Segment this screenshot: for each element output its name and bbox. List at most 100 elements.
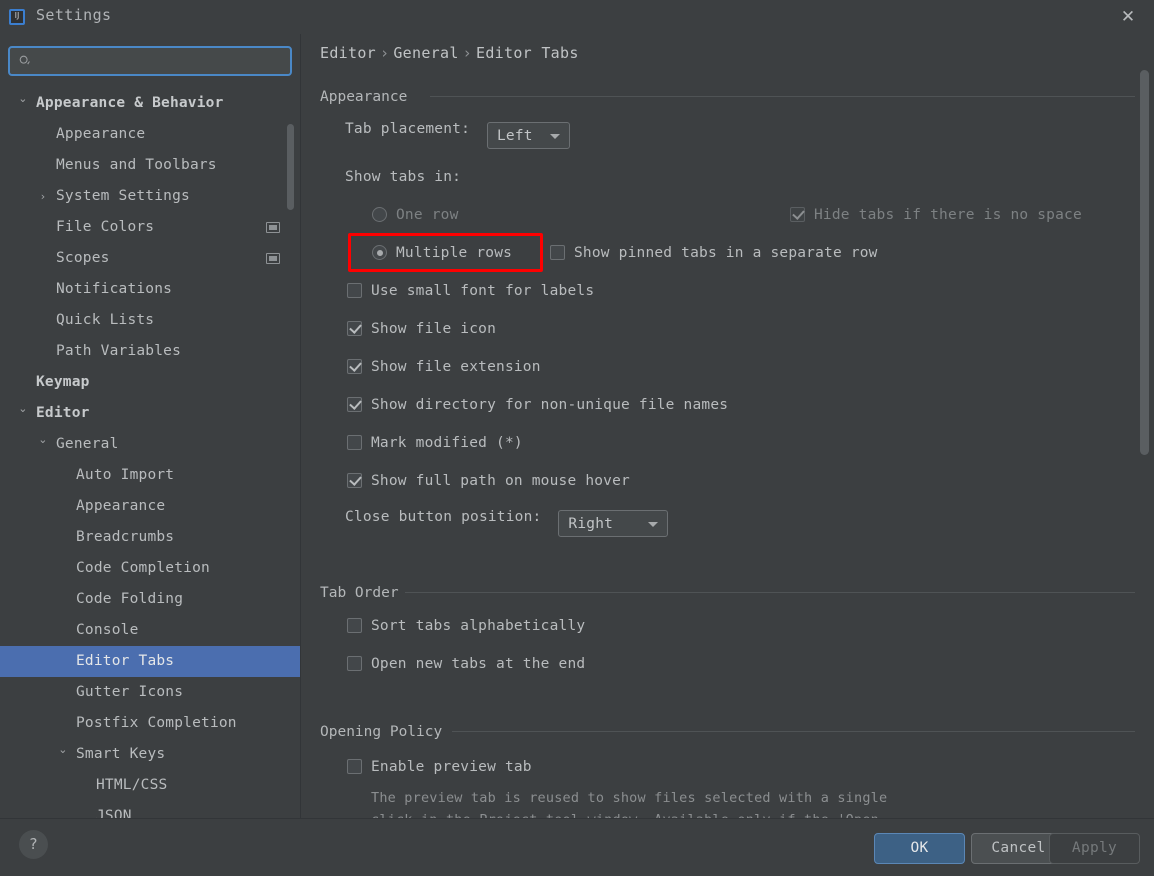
sidebar-item-label: Auto Import — [76, 460, 174, 491]
sidebar-item-breadcrumbs[interactable]: Breadcrumbs — [0, 522, 300, 553]
sidebar-item-code-completion[interactable]: Code Completion — [0, 553, 300, 584]
sidebar-item-label: Scopes — [56, 243, 110, 274]
sidebar-item-keymap[interactable]: Keymap — [0, 367, 300, 398]
sidebar-item-smart-keys[interactable]: ⌄Smart Keys — [0, 739, 300, 770]
sidebar-item-path-variables[interactable]: Path Variables — [0, 336, 300, 367]
preview-tab-option[interactable]: Enable preview tab — [347, 759, 532, 775]
sidebar-item-general[interactable]: ⌄General — [0, 429, 300, 460]
mark-modified-checkbox[interactable] — [347, 435, 362, 450]
sidebar-item-notifications[interactable]: Notifications — [0, 274, 300, 305]
sidebar-item-file-colors[interactable]: File Colors — [0, 212, 300, 243]
sidebar-item-json[interactable]: JSON — [0, 801, 300, 818]
sidebar-item-code-folding[interactable]: Code Folding — [0, 584, 300, 615]
one-row-option[interactable]: One row — [372, 207, 459, 223]
sidebar-item-label: Postfix Completion — [76, 708, 237, 739]
preview-tab-checkbox[interactable] — [347, 759, 362, 774]
directory-checkbox[interactable] — [347, 397, 362, 412]
project-scope-icon — [266, 222, 280, 233]
window-title: Settings — [36, 6, 111, 24]
hide-tabs-option[interactable]: Hide tabs if there is no space — [790, 207, 1082, 223]
sidebar-scrollbar-thumb[interactable] — [287, 124, 294, 210]
open-new-tabs-option[interactable]: Open new tabs at the end — [347, 656, 585, 672]
sidebar-item-label: Console — [76, 615, 139, 646]
tab-placement-value: Left — [497, 128, 533, 144]
sidebar-item-label: Menus and Toolbars — [56, 150, 217, 181]
directory-option[interactable]: Show directory for non-unique file names — [347, 397, 728, 413]
help-icon[interactable]: ? — [19, 830, 48, 859]
search-input[interactable] — [42, 48, 288, 74]
multiple-rows-label: Multiple rows — [396, 245, 512, 261]
chevron-down-icon[interactable]: ⌄ — [16, 393, 30, 424]
search-field-wrapper[interactable] — [8, 46, 292, 76]
sidebar-item-appearance[interactable]: Appearance — [0, 491, 300, 522]
sidebar-item-label: JSON — [96, 801, 132, 818]
tab-order-group-title: Tab Order — [320, 585, 407, 601]
apply-button[interactable]: Apply — [1049, 833, 1140, 864]
file-extension-checkbox[interactable] — [347, 359, 362, 374]
sidebar-item-postfix-completion[interactable]: Postfix Completion — [0, 708, 300, 739]
small-font-checkbox[interactable] — [347, 283, 362, 298]
settings-tree[interactable]: ⌄Appearance & BehaviorAppearanceMenus an… — [0, 88, 300, 818]
sidebar-item-gutter-icons[interactable]: Gutter Icons — [0, 677, 300, 708]
chevron-down-icon[interactable]: ⌄ — [36, 424, 50, 455]
open-new-tabs-label: Open new tabs at the end — [371, 656, 585, 672]
sidebar-item-quick-lists[interactable]: Quick Lists — [0, 305, 300, 336]
sidebar-item-label: HTML/CSS — [96, 770, 167, 801]
search-icon — [19, 55, 31, 67]
settings-content-pane: Editor›General›Editor Tabs Appearance Ta… — [301, 34, 1154, 818]
hide-tabs-checkbox[interactable] — [790, 207, 805, 222]
tab-placement-label: Tab placement: — [345, 121, 470, 137]
sidebar-item-label: Editor Tabs — [76, 646, 174, 677]
tab-placement-select[interactable]: Left — [487, 122, 570, 149]
one-row-radio[interactable] — [372, 207, 387, 222]
full-path-option[interactable]: Show full path on mouse hover — [347, 473, 630, 489]
file-icon-label: Show file icon — [371, 321, 496, 337]
sidebar-item-scopes[interactable]: Scopes — [0, 243, 300, 274]
chevron-down-icon[interactable]: ⌄ — [16, 88, 30, 114]
file-extension-option[interactable]: Show file extension — [347, 359, 541, 375]
one-row-label: One row — [396, 207, 459, 223]
open-new-tabs-checkbox[interactable] — [347, 656, 362, 671]
sidebar-item-appearance-behavior[interactable]: ⌄Appearance & Behavior — [0, 88, 300, 119]
sidebar-item-label: Gutter Icons — [76, 677, 183, 708]
small-font-label: Use small font for labels — [371, 283, 594, 299]
small-font-option[interactable]: Use small font for labels — [347, 283, 594, 299]
sidebar-item-html-css[interactable]: HTML/CSS — [0, 770, 300, 801]
sidebar-item-label: Appearance — [56, 119, 145, 150]
multiple-rows-radio[interactable] — [372, 245, 387, 260]
dialog-footer: ? OK Cancel Apply — [0, 818, 1154, 876]
sort-tabs-option[interactable]: Sort tabs alphabetically — [347, 618, 585, 634]
appearance-group-line — [430, 96, 1135, 97]
close-button-position-select[interactable]: Right — [558, 510, 668, 537]
sidebar-item-console[interactable]: Console — [0, 615, 300, 646]
ok-button[interactable]: OK — [874, 833, 965, 864]
tab-order-group-line — [405, 592, 1135, 593]
chevron-down-icon[interactable]: ⌄ — [56, 734, 70, 765]
chevron-right-icon[interactable]: › — [36, 181, 50, 212]
show-pinned-option[interactable]: Show pinned tabs in a separate row — [550, 245, 878, 261]
mark-modified-label: Mark modified (*) — [371, 435, 523, 451]
sidebar-item-label: File Colors — [56, 212, 154, 243]
chevron-down-icon — [648, 522, 658, 527]
sidebar-item-editor-tabs[interactable]: Editor Tabs — [0, 646, 300, 677]
full-path-checkbox[interactable] — [347, 473, 362, 488]
sidebar-item-menus-and-toolbars[interactable]: Menus and Toolbars — [0, 150, 300, 181]
file-icon-option[interactable]: Show file icon — [347, 321, 496, 337]
mark-modified-option[interactable]: Mark modified (*) — [347, 435, 523, 451]
show-pinned-checkbox[interactable] — [550, 245, 565, 260]
sidebar-item-auto-import[interactable]: Auto Import — [0, 460, 300, 491]
file-icon-checkbox[interactable] — [347, 321, 362, 336]
content-scrollbar-thumb[interactable] — [1140, 70, 1149, 455]
sidebar-item-label: Code Folding — [76, 584, 183, 615]
sort-tabs-checkbox[interactable] — [347, 618, 362, 633]
chevron-down-icon — [550, 134, 560, 139]
sidebar-item-label: Smart Keys — [76, 739, 165, 770]
close-icon[interactable]: ✕ — [1116, 5, 1140, 29]
multiple-rows-option[interactable]: Multiple rows — [372, 245, 512, 261]
sidebar-item-system-settings[interactable]: ›System Settings — [0, 181, 300, 212]
sidebar-item-appearance[interactable]: Appearance — [0, 119, 300, 150]
sidebar-item-label: Code Completion — [76, 553, 210, 584]
breadcrumb-separator-2: › — [463, 44, 472, 62]
sidebar-item-label: Notifications — [56, 274, 172, 305]
appearance-group: Appearance — [320, 86, 1135, 105]
